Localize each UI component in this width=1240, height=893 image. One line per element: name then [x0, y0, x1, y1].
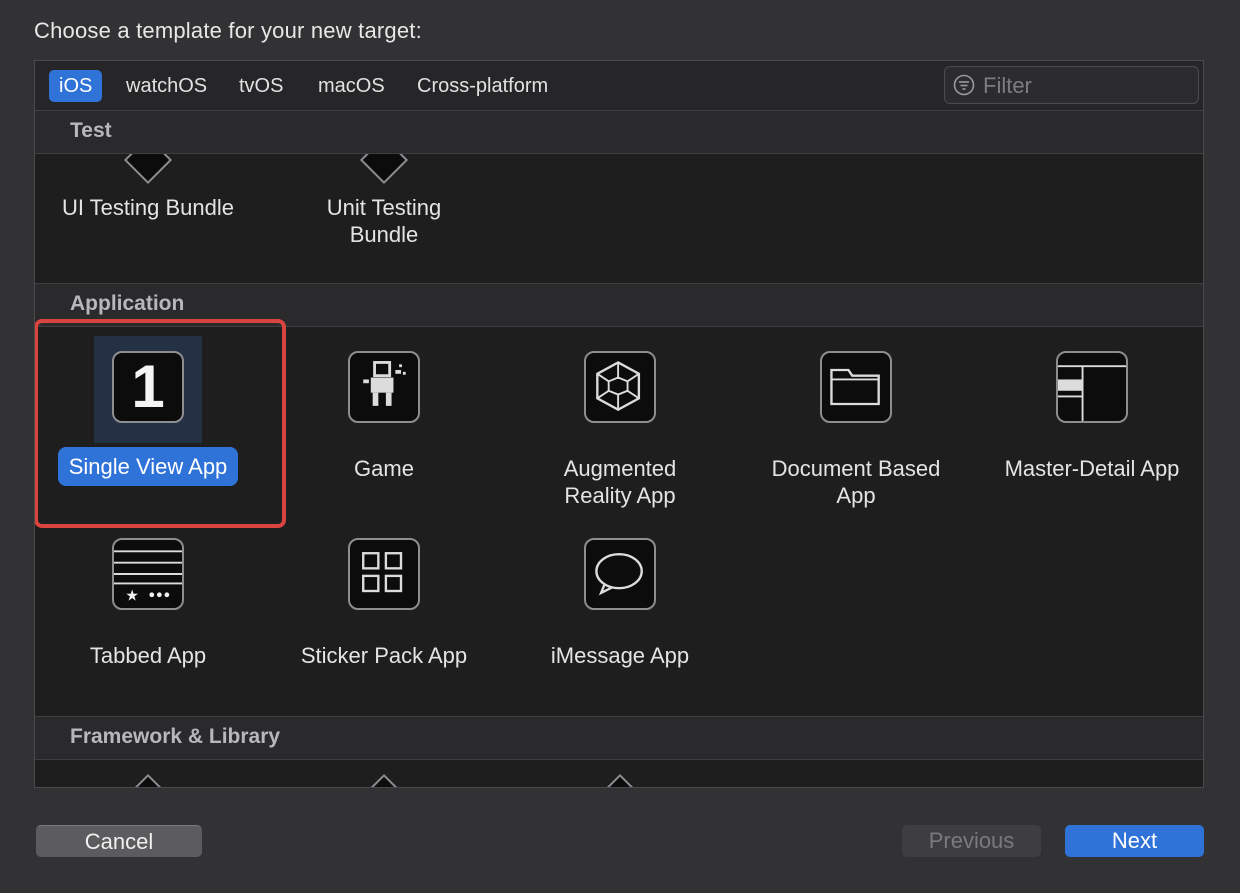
section-header-framework: Framework & Library	[35, 716, 1203, 760]
template-ui-testing-bundle[interactable]: UI Testing Bundle	[35, 194, 266, 221]
template-label: Unit Testing	[326, 195, 442, 220]
template-label: Document Based	[771, 456, 941, 481]
split-view-icon	[1058, 365, 1126, 421]
tab-cross-platform[interactable]: Cross-platform	[407, 70, 558, 102]
template-imessage-app[interactable]: iMessage App	[502, 538, 738, 675]
framework-icon	[123, 773, 173, 787]
svg-text:★: ★	[125, 586, 139, 604]
template-game[interactable]: Game	[266, 351, 502, 488]
template-label-line2: Bundle	[349, 222, 419, 247]
dialog-prompt: Choose a template for your new target:	[34, 18, 422, 43]
folder-shape-icon	[830, 368, 880, 406]
template-master-detail-app[interactable]: Master-Detail App	[974, 351, 1203, 488]
template-tabbed-app[interactable]: ★ Tabbed App	[35, 538, 266, 675]
template-label: Game	[354, 456, 414, 481]
section-title: Test	[70, 119, 112, 142]
section-header-test-overlay: Test	[35, 110, 1203, 154]
template-label-line2: App	[836, 483, 876, 508]
section-title: Framework & Library	[70, 725, 281, 748]
selection-annotation-box	[35, 319, 286, 528]
metal-library-icon	[595, 773, 645, 787]
template-label: Master-Detail App	[1004, 456, 1180, 481]
filter-icon	[953, 74, 975, 96]
filter-field[interactable]	[944, 66, 1199, 104]
speech-bubble-icon	[595, 552, 643, 596]
template-document-based-app[interactable]: Document Based App	[738, 351, 974, 515]
template-label: iMessage App	[550, 643, 690, 668]
tab-macos[interactable]: macOS	[308, 70, 395, 102]
tab-watchos[interactable]: watchOS	[116, 70, 217, 102]
template-unit-testing-bundle[interactable]: Unit Testing Bundle	[266, 194, 502, 248]
template-label-line1: Augmented Reality App	[554, 449, 687, 515]
tabbed-icon: ★	[112, 538, 184, 610]
next-button[interactable]: Next	[1065, 825, 1204, 857]
previous-button[interactable]: Previous	[902, 825, 1041, 857]
master-detail-icon	[1056, 351, 1128, 423]
game-icon	[348, 351, 420, 423]
template-label-group: Document Based App	[762, 449, 951, 515]
message-bubble-icon	[584, 538, 656, 610]
game-sprite-icon	[363, 361, 406, 406]
template-label: UI Testing Bundle	[61, 195, 235, 220]
template-label: Sticker Pack App	[300, 643, 468, 668]
ar-cube-icon	[584, 351, 656, 423]
cancel-button[interactable]: Cancel	[36, 825, 202, 857]
tab-tvos[interactable]: tvOS	[229, 70, 293, 102]
template-sticker-pack-app[interactable]: Sticker Pack App	[266, 538, 502, 675]
filter-input[interactable]	[981, 70, 1195, 102]
template-label: Augmented	[563, 456, 677, 481]
template-label-line2: Reality App	[564, 483, 676, 508]
template-browser: iOS watchOS tvOS macOS Cross-platform Te…	[34, 60, 1204, 788]
tab-bar-icon: ★	[114, 550, 182, 604]
folder-icon	[820, 351, 892, 423]
sticker-grid-icon	[348, 538, 420, 610]
ar-wireframe-icon	[596, 361, 641, 412]
platform-tabbar: iOS watchOS tvOS macOS Cross-platform	[35, 61, 1203, 111]
section-title: Application	[70, 292, 185, 315]
template-augmented-reality-app[interactable]: Augmented Reality App	[502, 351, 738, 515]
grid-squares-icon	[362, 552, 403, 593]
tab-ios[interactable]: iOS	[49, 70, 103, 102]
static-library-icon	[359, 773, 409, 787]
template-label: Tabbed App	[89, 643, 207, 668]
